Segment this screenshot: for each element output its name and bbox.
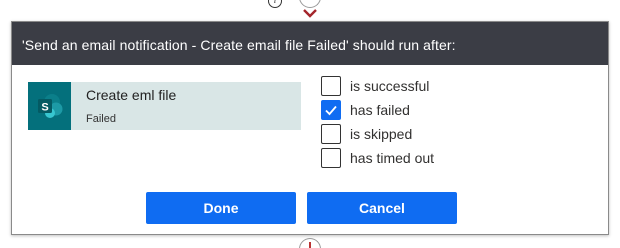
checkmark-icon [325,105,337,116]
checkbox[interactable] [321,148,341,168]
option-label: is successful [350,78,430,94]
cancel-button[interactable]: Cancel [307,192,457,224]
action-title: Create eml file [86,87,177,103]
chevron-down-icon [303,9,317,18]
checkbox[interactable] [321,124,341,144]
checkbox[interactable] [321,76,341,96]
canvas: i 'Send an email notification - Create e… [0,0,620,248]
flow-connector-top: i [0,0,620,22]
insert-step-button-top[interactable] [299,0,321,8]
action-card: S Create eml file Failed [28,82,301,130]
option-is-successful[interactable]: is successful [321,74,434,98]
done-button[interactable]: Done [146,192,296,224]
run-after-options: is successful has failed is skipped has … [321,74,434,170]
plus-icon [309,242,311,248]
info-icon[interactable]: i [268,0,282,8]
option-has-timed-out[interactable]: has timed out [321,146,434,170]
option-has-failed[interactable]: has failed [321,98,434,122]
checkbox[interactable] [321,100,341,120]
option-label: has failed [350,102,410,118]
svg-text:S: S [41,102,48,114]
option-label: is skipped [350,126,413,142]
option-is-skipped[interactable]: is skipped [321,122,434,146]
sharepoint-icon: S [28,82,71,130]
dialog-title: 'Send an email notification - Create ema… [12,22,608,65]
option-label: has timed out [350,150,435,166]
run-after-dialog: 'Send an email notification - Create ema… [11,21,609,235]
action-status: Failed [86,113,116,125]
